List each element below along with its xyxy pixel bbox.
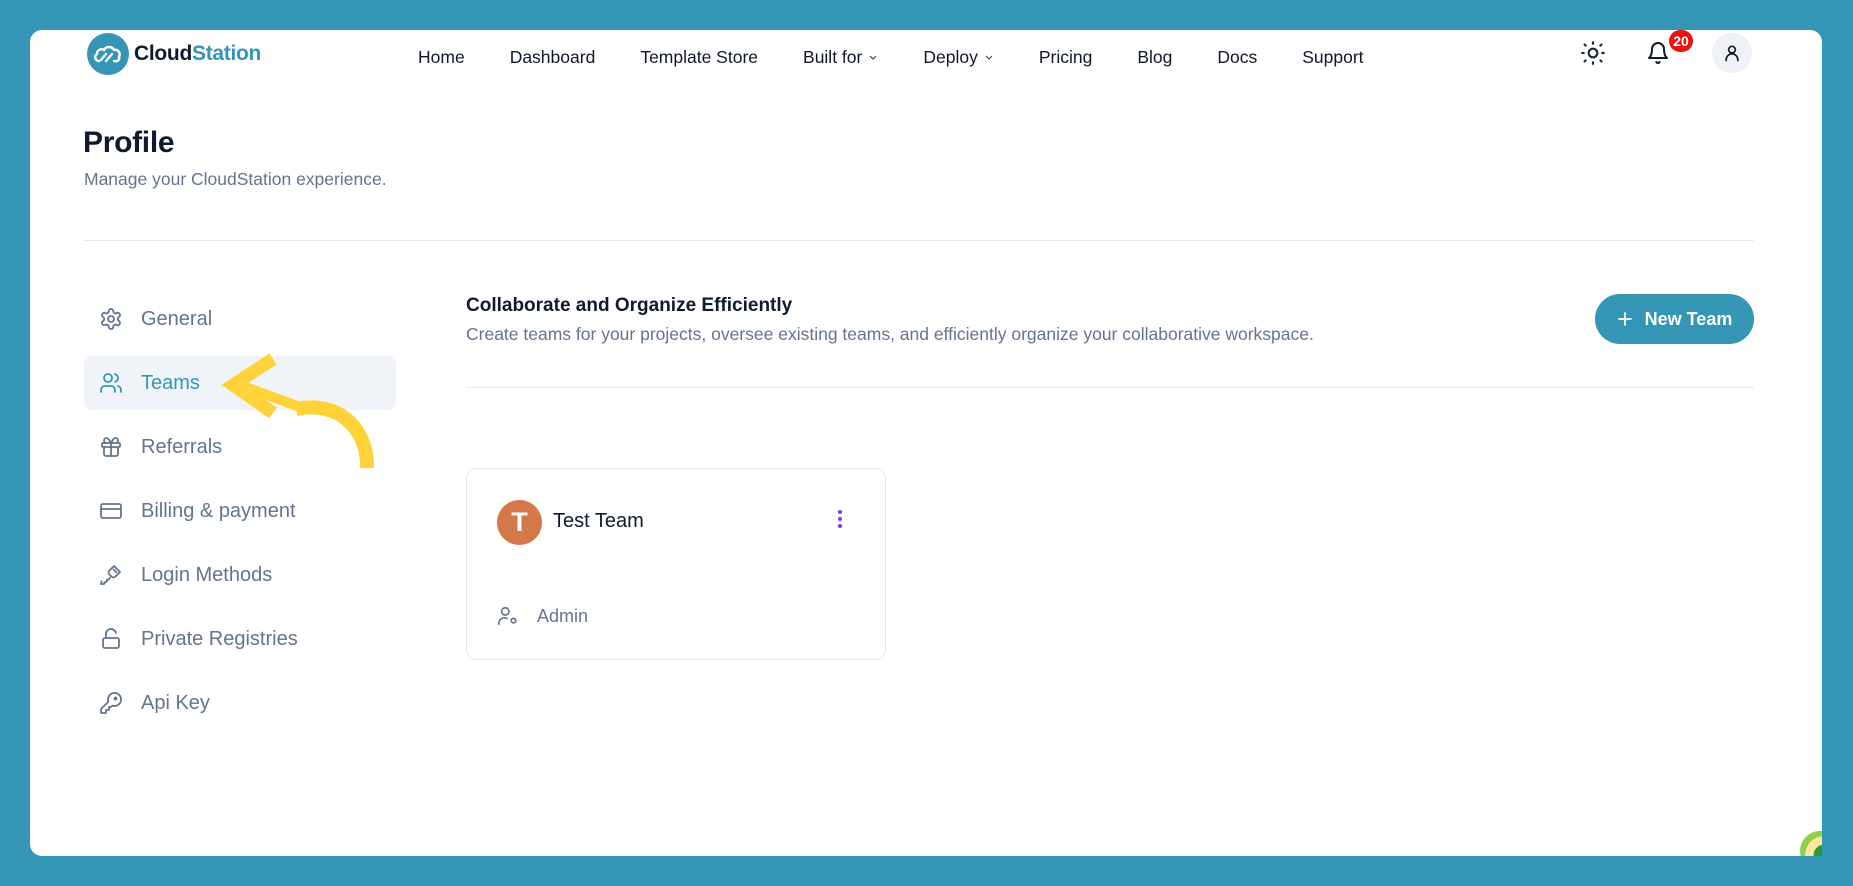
sidebar-item-label: Login Methods — [141, 563, 273, 586]
sidebar-item-label: General — [141, 307, 213, 330]
main-nav: Home Dashboard Template Store Built for … — [418, 42, 1364, 72]
sidebar-item-api-key[interactable]: Api Key — [84, 676, 396, 730]
app-window: CloudStation Home Dashboard Template Sto… — [30, 30, 1822, 856]
nav-deploy[interactable]: Deploy — [923, 47, 993, 68]
nav-deploy-label: Deploy — [923, 46, 978, 67]
key-icon — [100, 565, 121, 585]
sidebar-item-label: Api Key — [141, 691, 210, 714]
sidebar-item-private-registries[interactable]: Private Registries — [84, 612, 396, 666]
page-title: Profile — [83, 126, 175, 159]
nav-support-label: Support — [1302, 46, 1364, 67]
credit-card-icon — [100, 503, 122, 519]
section-title: Collaborate and Organize Efficiently — [466, 295, 793, 316]
plus-icon — [1617, 312, 1632, 326]
nav-built-for-label: Built for — [803, 46, 863, 67]
sidebar-item-label: Referrals — [141, 435, 223, 458]
kebab-dot — [838, 517, 842, 521]
brand-name-part2: Station — [191, 42, 262, 65]
background-border — [1822, 0, 1853, 886]
divider — [84, 240, 1754, 241]
brand-name: CloudStation — [134, 42, 261, 66]
sidebar-item-label: Teams — [141, 371, 200, 394]
page-subtitle: Manage your CloudStation experience. — [84, 169, 387, 189]
sidebar-item-referrals[interactable]: Referrals — [84, 420, 396, 474]
chevron-down-icon — [869, 55, 877, 60]
unlock-icon — [102, 628, 120, 649]
team-avatar: T — [497, 500, 542, 545]
nav-docs-label: Docs — [1217, 46, 1258, 67]
nav-dashboard-label: Dashboard — [509, 46, 596, 67]
gear-icon — [101, 308, 121, 330]
user-icon — [1725, 45, 1739, 62]
sun-icon — [1581, 41, 1605, 65]
brand-name-part1: Cloud — [134, 42, 192, 65]
user-menu-button[interactable] — [1712, 33, 1752, 73]
gift-icon — [101, 437, 121, 457]
key-round-icon — [100, 692, 122, 714]
nav-pricing[interactable]: Pricing — [1039, 47, 1093, 68]
team-options-button[interactable] — [831, 507, 849, 531]
logo[interactable]: CloudStation — [87, 33, 261, 75]
users-icon — [100, 373, 122, 393]
nav-support[interactable]: Support — [1302, 47, 1363, 68]
team-role: Admin — [497, 605, 588, 627]
profile-sidebar: General Teams Referrals Billing & paymen… — [84, 292, 396, 740]
nav-template-store-label: Template Store — [640, 46, 759, 67]
bell-icon — [1648, 42, 1668, 64]
sidebar-item-general[interactable]: General — [84, 292, 396, 346]
new-team-button[interactable]: New Team — [1595, 294, 1754, 344]
nav-home[interactable]: Home — [418, 47, 465, 68]
kebab-dot — [838, 510, 842, 514]
nav-pricing-label: Pricing — [1038, 46, 1093, 67]
new-team-label: New Team — [1644, 308, 1733, 329]
team-name: Test Team — [553, 510, 644, 532]
notification-count-badge: 20 — [1669, 30, 1693, 52]
nav-docs[interactable]: Docs — [1217, 47, 1257, 68]
team-role-label: Admin — [537, 605, 589, 626]
kebab-dot — [838, 524, 842, 528]
team-card[interactable]: T Test Team Admin — [466, 468, 886, 660]
notifications-button[interactable] — [1645, 40, 1671, 66]
divider — [466, 387, 1754, 388]
background-border — [0, 856, 1853, 886]
user-cog-icon — [498, 606, 517, 626]
nav-home-label: Home — [418, 46, 465, 67]
nav-blog[interactable]: Blog — [1137, 47, 1172, 68]
sidebar-item-label: Private Registries — [141, 627, 298, 650]
nav-dashboard[interactable]: Dashboard — [510, 47, 596, 68]
nav-built-for[interactable]: Built for — [803, 47, 878, 68]
theme-toggle-button[interactable] — [1580, 40, 1606, 66]
sidebar-item-billing[interactable]: Billing & payment — [84, 484, 396, 538]
nav-blog-label: Blog — [1137, 46, 1173, 67]
chevron-down-icon — [985, 55, 993, 60]
cloud-logo-icon — [87, 33, 129, 75]
sidebar-item-label: Billing & payment — [141, 499, 296, 522]
sidebar-item-login-methods[interactable]: Login Methods — [84, 548, 396, 602]
nav-template-store[interactable]: Template Store — [640, 47, 758, 68]
section-subtitle: Create teams for your projects, oversee … — [466, 324, 1314, 344]
sidebar-item-teams[interactable]: Teams — [84, 356, 396, 410]
